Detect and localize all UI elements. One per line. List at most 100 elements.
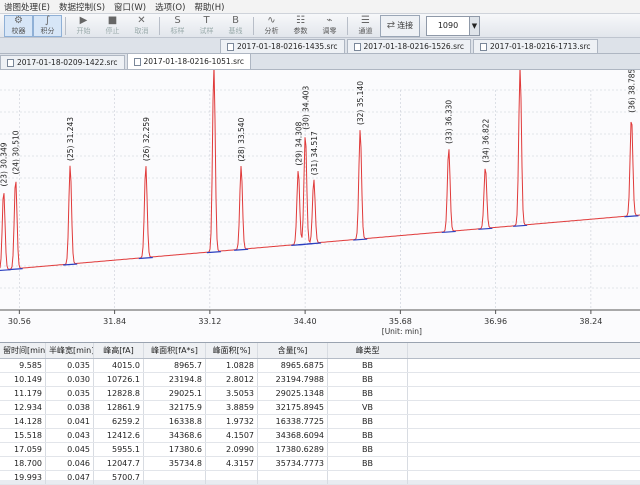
column-header[interactable]: 含量[%] bbox=[258, 343, 328, 358]
column-header[interactable]: 峰类型 bbox=[328, 343, 408, 358]
x-tick-label: 38.24 bbox=[579, 317, 602, 326]
peak-baseline-mark bbox=[306, 242, 321, 245]
peak-label: (36) 38.785 bbox=[627, 70, 636, 113]
chevron-down-icon[interactable]: ▼ bbox=[470, 15, 480, 36]
grid bbox=[0, 89, 640, 311]
toolbar-button-0[interactable]: ⚙ 校器 bbox=[4, 14, 33, 37]
toolbar-button-2[interactable]: ▶ 开始 bbox=[69, 15, 98, 37]
toolbar-separator bbox=[347, 16, 348, 35]
toolbar-separator bbox=[159, 16, 160, 35]
integrate-icon: ∫ bbox=[44, 14, 51, 26]
table-cell: 23194.8 bbox=[144, 373, 206, 386]
connect-label: 连接 bbox=[397, 21, 414, 30]
toolbar-button-1[interactable]: ∫ 积分 bbox=[33, 14, 62, 37]
toolbar-button-10[interactable]: ⌁ 调零 bbox=[315, 15, 344, 37]
channel-icon: ☰ bbox=[361, 14, 370, 26]
table-row[interactable]: 11.179 0.035 12828.8 29025.1 3.5053 29025.134… bbox=[0, 387, 640, 401]
x-tick-label: 30.56 bbox=[8, 317, 31, 326]
table-cell: 2.8012 bbox=[206, 373, 258, 386]
table-row[interactable]: 12.934 0.038 12861.9 32175.9 3.8859 32175.894… bbox=[0, 401, 640, 415]
file-tab[interactable]: 2017-01-18-0216-1435.src bbox=[220, 39, 345, 53]
table-cell: 4.1507 bbox=[206, 429, 258, 442]
table-cell: 11.179 bbox=[0, 387, 46, 400]
x-tick-label: 34.40 bbox=[294, 317, 317, 326]
toolbar-button-3[interactable]: ■ 停止 bbox=[98, 15, 127, 37]
table-cell: 12412.6 bbox=[94, 429, 144, 442]
table-row[interactable]: 14.128 0.041 6259.2 16338.8 1.9732 16338.7725… bbox=[0, 415, 640, 429]
x-tick-label: 31.84 bbox=[103, 317, 126, 326]
table-cell: BB bbox=[328, 415, 408, 428]
table-cell: BB bbox=[328, 457, 408, 470]
file-tab-label: 2017-01-18-0209-1422.src bbox=[17, 58, 118, 67]
table-cell: 32175.9 bbox=[144, 401, 206, 414]
column-header[interactable]: 峰面积[fA*s] bbox=[144, 343, 206, 358]
table-cell: 10726.1 bbox=[94, 373, 144, 386]
table-cell: 34368.6 bbox=[144, 429, 206, 442]
table-row[interactable]: 19.993 0.047 5700.7 bbox=[0, 471, 640, 485]
menu-item-4[interactable]: 帮助(H) bbox=[194, 1, 224, 13]
x-tick-label: 35.68 bbox=[389, 317, 412, 326]
column-filler bbox=[408, 343, 640, 358]
toolbar-button-5[interactable]: S 标样 bbox=[163, 15, 192, 37]
table-cell: 14.128 bbox=[0, 415, 46, 428]
settings-icon: ⚙ bbox=[14, 14, 23, 26]
menu-item-3[interactable]: 选项(O) bbox=[155, 1, 185, 13]
menu-item-1[interactable]: 数据控制(S) bbox=[59, 1, 105, 13]
count-value: 1090 bbox=[437, 21, 459, 30]
peak-label: (26) 32.259 bbox=[142, 117, 151, 161]
connect-button[interactable]: ⇄ 连接 bbox=[380, 14, 420, 37]
toolbar-button-8[interactable]: ∿ 分析 bbox=[257, 15, 286, 37]
column-header[interactable]: 峰面积[%] bbox=[206, 343, 258, 358]
table-cell: 17380.6 bbox=[144, 443, 206, 456]
table-cell: 35734.8 bbox=[144, 457, 206, 470]
peak-label: (30) 34.403 bbox=[301, 86, 310, 130]
file-tab[interactable]: 2017-01-18-0216-1526.src bbox=[346, 39, 472, 53]
column-header[interactable]: 半峰宽[min] bbox=[46, 343, 94, 358]
table-cell: 0.035 bbox=[46, 359, 94, 372]
toolbar-button-6[interactable]: T 试样 bbox=[192, 15, 221, 37]
table-cell: 17380.6289 bbox=[258, 443, 328, 456]
file-tab[interactable]: 2017-01-18-0216-1051.src bbox=[126, 54, 252, 69]
table-row[interactable]: 9.585 0.035 4015.0 8965.7 1.0828 8965.6875 BB bbox=[0, 359, 640, 373]
table-cell: 9.585 bbox=[0, 359, 46, 372]
toolbar-button-9[interactable]: ☷ 参数 bbox=[286, 15, 315, 37]
toolbar-button-label: 参数 bbox=[293, 26, 308, 35]
table-cell: 29025.1 bbox=[144, 387, 206, 400]
toolbar-button-11[interactable]: ☰ 通道 bbox=[351, 15, 380, 37]
column-header[interactable]: 留时间[min] bbox=[0, 343, 46, 358]
table-row[interactable]: 18.700 0.046 12047.7 35734.8 4.3157 35734.777… bbox=[0, 457, 640, 471]
table-cell: 16338.8 bbox=[144, 415, 206, 428]
table-cell bbox=[258, 471, 328, 484]
table-cell: 32175.8945 bbox=[258, 401, 328, 414]
table-cell: 3.5053 bbox=[206, 387, 258, 400]
column-header[interactable]: 峰高[fA] bbox=[94, 343, 144, 358]
table-row[interactable]: 15.518 0.043 12412.6 34368.6 4.1507 34368.609… bbox=[0, 429, 640, 443]
peak-label: (24) 30.510 bbox=[12, 130, 21, 174]
file-tab[interactable]: 2017-01-18-0209-1422.src bbox=[0, 55, 125, 69]
toolbar-button-4[interactable]: ✕ 取消 bbox=[127, 15, 156, 37]
table-cell: 10.149 bbox=[0, 373, 46, 386]
column-filler bbox=[408, 387, 640, 400]
table-cell: 19.993 bbox=[0, 471, 46, 484]
table-cell bbox=[144, 471, 206, 484]
table-cell: BB bbox=[328, 359, 408, 372]
peak-label: (32) 35.140 bbox=[356, 81, 365, 125]
table-cell: 0.045 bbox=[46, 443, 94, 456]
table-cell: BB bbox=[328, 443, 408, 456]
file-tab[interactable]: 2017-01-18-0216-1713.src bbox=[473, 39, 598, 53]
table-cell: BB bbox=[328, 387, 408, 400]
table-row[interactable]: 17.059 0.045 5955.1 17380.6 2.0990 17380.6289… bbox=[0, 443, 640, 457]
table-cell: 12828.8 bbox=[94, 387, 144, 400]
file-icon bbox=[7, 58, 14, 67]
count-field[interactable]: 1090 bbox=[426, 15, 470, 36]
peak-label: (23) 30.349 bbox=[0, 142, 9, 186]
table-cell: 0.043 bbox=[46, 429, 94, 442]
table-cell: 0.030 bbox=[46, 373, 94, 386]
standard-icon: S bbox=[174, 14, 181, 26]
toolbar-button-7[interactable]: B 基线 bbox=[221, 15, 250, 37]
table-row[interactable]: 10.149 0.030 10726.1 23194.8 2.8012 23194.798… bbox=[0, 373, 640, 387]
column-filler bbox=[408, 359, 640, 372]
menu-item-2[interactable]: 窗口(W) bbox=[114, 1, 146, 13]
toolbar-button-label: 试样 bbox=[199, 26, 214, 35]
menu-item-0[interactable]: 谱图处理(E) bbox=[4, 1, 50, 13]
